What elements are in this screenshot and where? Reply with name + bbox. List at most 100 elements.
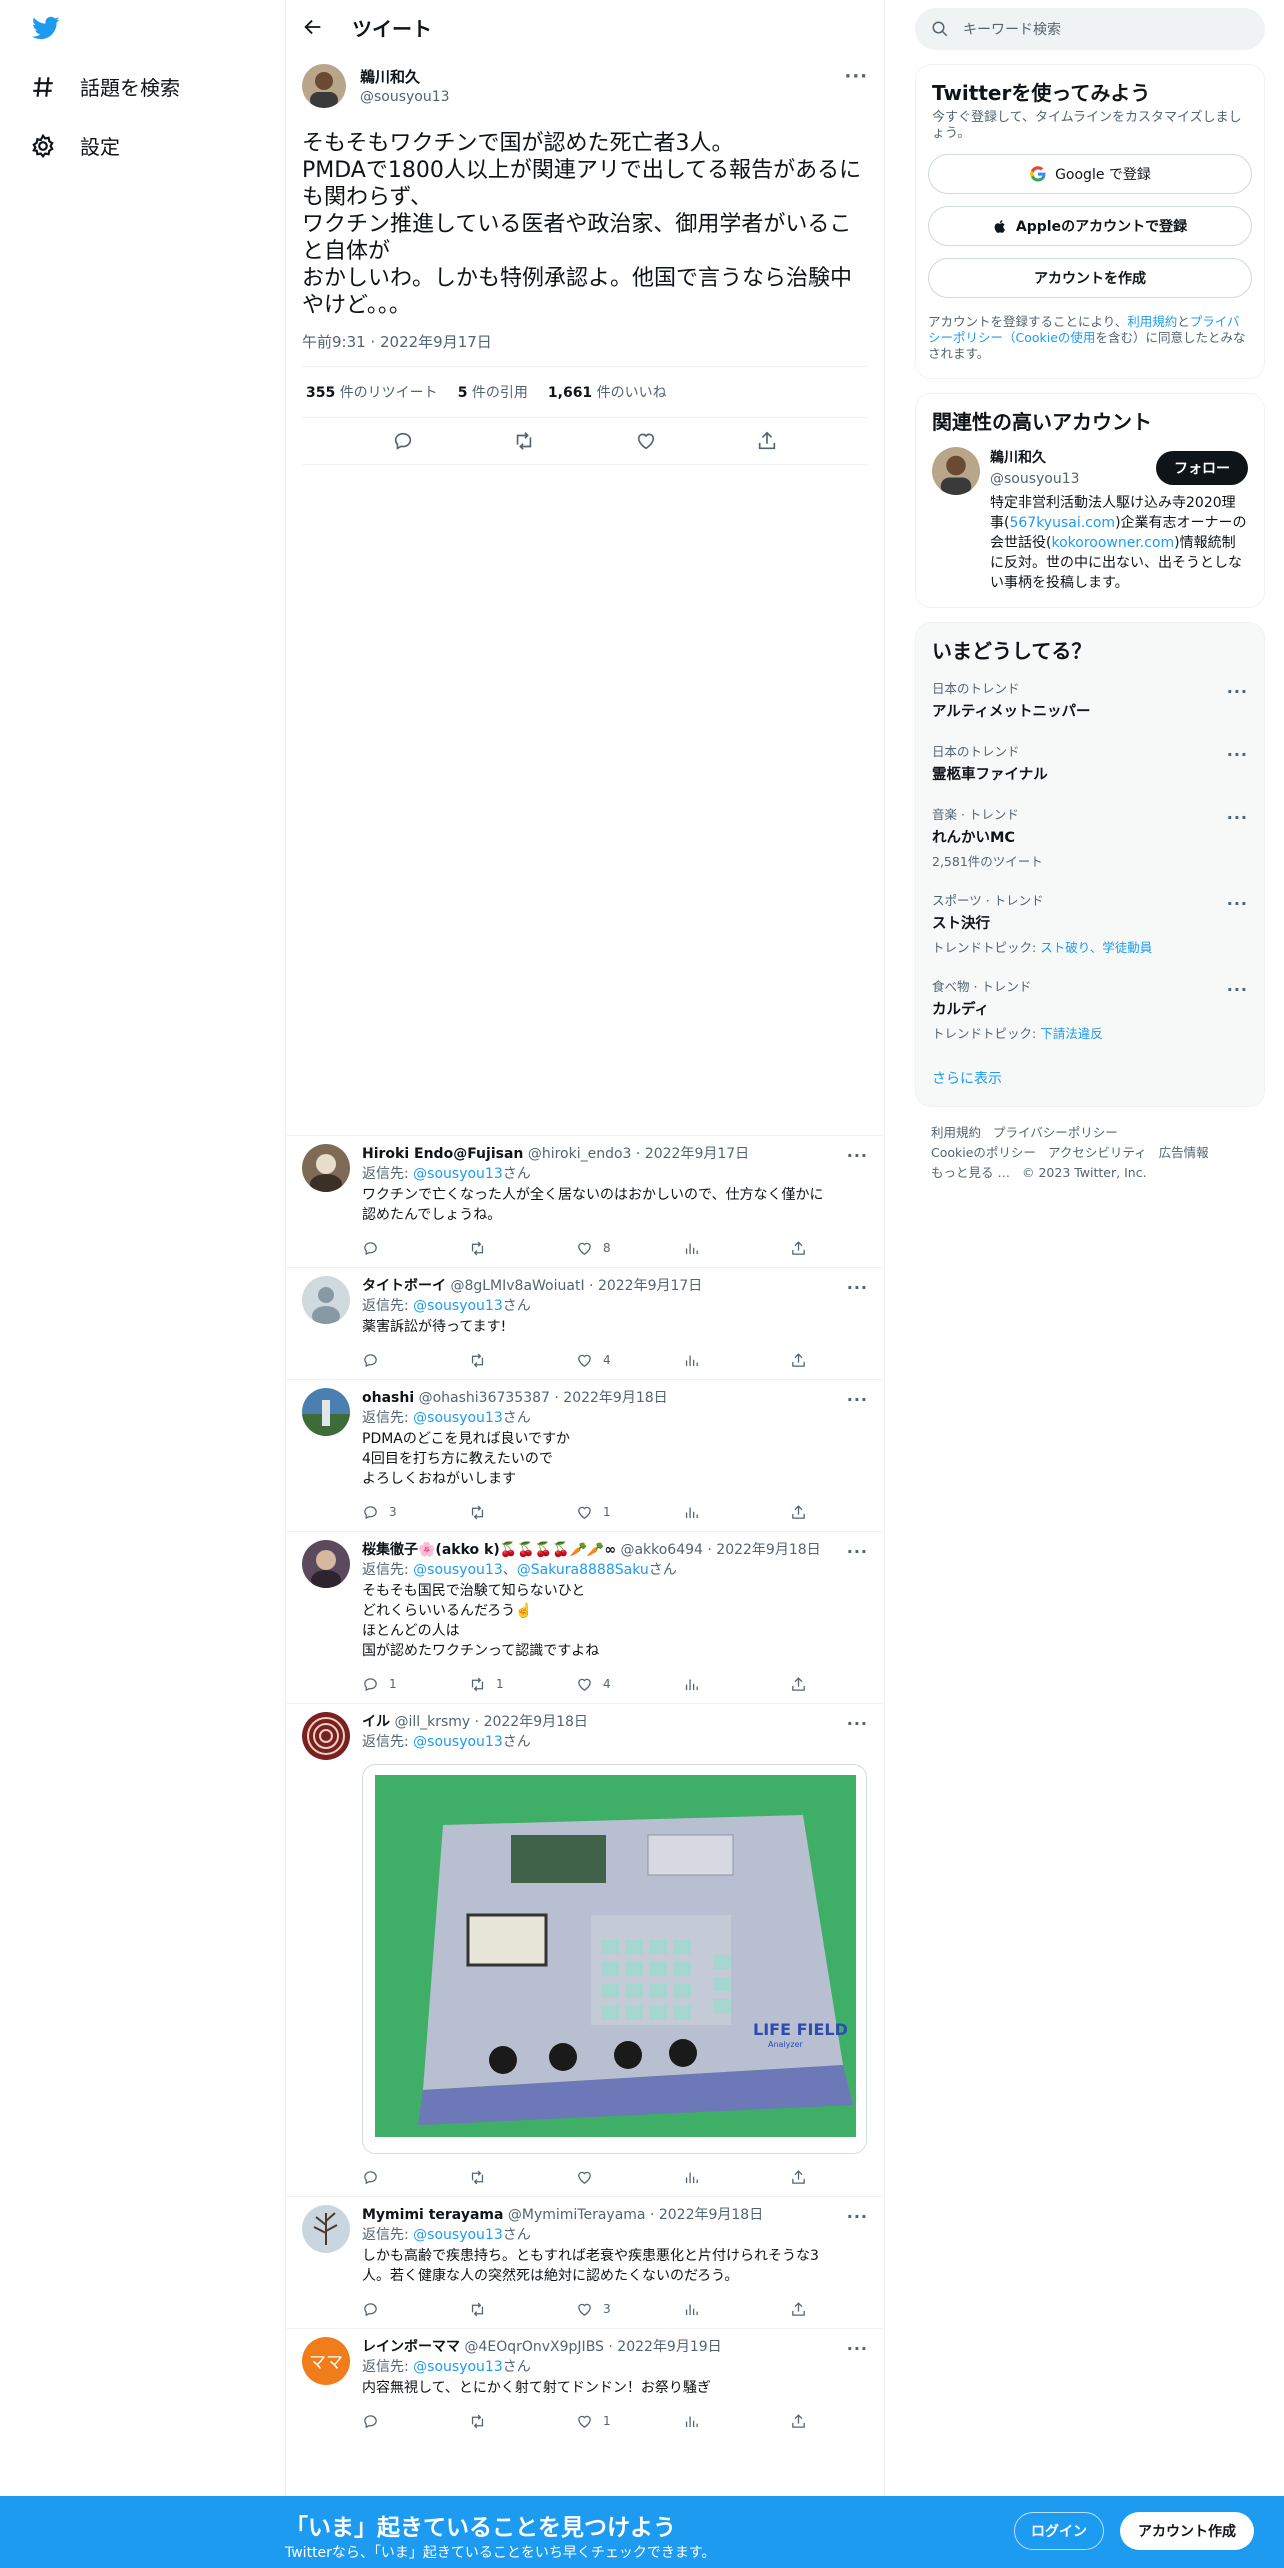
more-icon[interactable]: ··· <box>1227 808 1248 827</box>
avatar[interactable] <box>932 447 980 495</box>
more-icon[interactable]: ··· <box>847 1542 868 1561</box>
nav-explore[interactable]: 話題を検索 <box>30 72 180 101</box>
reply-author-name[interactable]: レインボーママ <box>362 2339 460 2355</box>
more-icon[interactable]: ··· <box>847 1714 868 1733</box>
reply-date[interactable]: 2022年9月18日 <box>484 1714 588 1730</box>
related-account[interactable]: 鵜川和久 @sousyou13 特定非営利活動法人駆け込み寺2020理事(567… <box>916 439 1264 607</box>
trend-item[interactable]: 食べ物 · トレンド カルディ トレンドトピック: 下請法違反 ··· <box>916 966 1264 1052</box>
quote-stat[interactable]: 5 件の引用 <box>458 382 528 402</box>
reply-author-handle[interactable]: @MymimiTerayama <box>508 2207 646 2223</box>
more-icon[interactable]: ··· <box>1227 894 1248 913</box>
avatar[interactable] <box>302 1276 350 1324</box>
retweet-button[interactable] <box>469 2413 576 2430</box>
reply-author-handle[interactable]: @ohashi36735387 <box>419 1390 550 1406</box>
retweet-stat[interactable]: 355 件のリツイート <box>306 382 438 402</box>
more-icon[interactable]: ··· <box>1227 980 1248 999</box>
retweet-button[interactable] <box>469 1352 576 1369</box>
share-icon[interactable] <box>756 430 778 452</box>
mention-link[interactable]: @sousyou13 <box>413 2227 503 2243</box>
more-icon[interactable]: ··· <box>844 66 868 87</box>
author-handle[interactable]: @sousyou13 <box>360 89 450 105</box>
reply-button[interactable] <box>362 2169 469 2186</box>
views-button[interactable] <box>683 1676 790 1693</box>
avatar[interactable] <box>302 1388 350 1436</box>
reply-button[interactable]: 3 <box>362 1504 469 1521</box>
search-input[interactable]: キーワード検索 <box>963 19 1061 39</box>
share-button[interactable] <box>790 1676 884 1693</box>
views-button[interactable] <box>683 1352 790 1369</box>
reply-button[interactable]: 1 <box>362 1676 469 1693</box>
reply-tweet[interactable]: Hiroki Endo@Fujisan @hiroki_endo3 · 2022… <box>286 1135 884 1267</box>
mention-link[interactable]: @sousyou13 <box>413 1734 503 1750</box>
reply-author-handle[interactable]: @akko6494 <box>620 1542 703 1558</box>
tos-link[interactable]: 利用規約 <box>1127 314 1177 329</box>
reply-date[interactable]: 2022年9月18日 <box>563 1390 667 1406</box>
more-icon[interactable]: ··· <box>847 1278 868 1297</box>
views-button[interactable] <box>683 2301 790 2318</box>
footer-ads[interactable]: 広告情報 <box>1159 1145 1209 1160</box>
reply-author-name[interactable]: Hiroki Endo@Fujisan <box>362 1146 523 1162</box>
search-box[interactable]: キーワード検索 <box>915 8 1265 50</box>
mention-link[interactable]: @sousyou13 <box>413 1562 503 1578</box>
reply-icon[interactable] <box>392 430 414 452</box>
follow-button[interactable]: フォロー <box>1156 451 1248 485</box>
like-icon[interactable] <box>635 430 657 452</box>
more-icon[interactable]: ··· <box>1227 682 1248 701</box>
media-attachment[interactable]: LIFE FIELD Analyzer <box>362 1764 867 2154</box>
avatar[interactable] <box>302 1712 350 1760</box>
like-button[interactable]: 4 <box>576 1352 683 1369</box>
reply-button[interactable] <box>362 1240 469 1257</box>
trend-item[interactable]: 日本のトレンド アルティメットニッパー ··· <box>916 668 1264 731</box>
trend-item[interactable]: スポーツ · トレンド スト決行 トレンドトピック: スト破り、学徒動員 ··· <box>916 880 1264 966</box>
more-icon[interactable]: ··· <box>847 1146 868 1165</box>
reply-author-handle[interactable]: @4EOqrOnvX9pJIBS <box>464 2339 603 2355</box>
reply-tweet[interactable]: Mymimi terayama @MymimiTerayama · 2022年9… <box>286 2196 884 2328</box>
retweet-button[interactable] <box>469 2301 576 2318</box>
create-account-button[interactable]: アカウント作成 <box>1120 2512 1254 2550</box>
reply-date[interactable]: 2022年9月17日 <box>645 1146 749 1162</box>
footer-accessibility[interactable]: アクセシビリティ <box>1048 1145 1147 1160</box>
reply-author-name[interactable]: 桜集徹子🌸(akko k)🍒🍒🍒🍒🥕🥕∞ <box>362 1542 616 1558</box>
mention-link[interactable]: @Sakura8888Saku <box>517 1562 649 1578</box>
reply-tweet[interactable]: イル @ill_krsmy · 2022年9月18日 返信先: @sousyou… <box>286 1703 884 2196</box>
reply-author-handle[interactable]: @ill_krsmy <box>394 1714 470 1730</box>
reply-tweet[interactable]: ohashi @ohashi36735387 · 2022年9月18日 返信先:… <box>286 1379 884 1531</box>
apple-signup-button[interactable]: Appleのアカウントで登録 <box>928 206 1252 246</box>
reply-date[interactable]: 2022年9月19日 <box>617 2339 721 2355</box>
views-button[interactable] <box>683 2169 790 2186</box>
like-button[interactable]: 8 <box>576 1240 683 1257</box>
mention-link[interactable]: @sousyou13 <box>413 1166 503 1182</box>
reply-tweet[interactable]: ママ レインボーママ @4EOqrOnvX9pJIBS · 2022年9月19日… <box>286 2328 884 2440</box>
more-icon[interactable]: ··· <box>1227 745 1248 764</box>
reply-button[interactable] <box>362 2413 469 2430</box>
avatar[interactable] <box>302 1144 350 1192</box>
like-stat[interactable]: 1,661 件のいいね <box>548 382 667 402</box>
retweet-button[interactable] <box>469 1240 576 1257</box>
retweet-icon[interactable] <box>513 430 535 452</box>
reply-date[interactable]: 2022年9月17日 <box>598 1278 702 1294</box>
share-button[interactable] <box>790 1240 884 1257</box>
reply-author-name[interactable]: イル <box>362 1714 390 1730</box>
twitter-logo-icon[interactable] <box>30 14 62 42</box>
footer-more[interactable]: もっと見る … <box>931 1165 1010 1180</box>
views-button[interactable] <box>683 1240 790 1257</box>
reply-tweet[interactable]: タイトボーイ @8gLMIv8aWoiuatI · 2022年9月17日 返信先… <box>286 1267 884 1379</box>
views-button[interactable] <box>683 2413 790 2430</box>
trend-item[interactable]: 音楽 · トレンド れんかいMC 2,581件のツイート ··· <box>916 794 1264 880</box>
author-avatar[interactable] <box>302 64 346 108</box>
reply-button[interactable] <box>362 2301 469 2318</box>
nav-settings[interactable]: 設定 <box>30 131 120 160</box>
reply-author-handle[interactable]: @hiroki_endo3 <box>528 1146 632 1162</box>
bio-link[interactable]: 567kyusai.com <box>1009 515 1115 531</box>
reply-author-name[interactable]: ohashi <box>362 1390 414 1406</box>
like-button[interactable]: 1 <box>576 1504 683 1521</box>
avatar[interactable]: ママ <box>302 2337 350 2385</box>
more-icon[interactable]: ··· <box>847 1390 868 1409</box>
media-image[interactable]: LIFE FIELD Analyzer <box>363 1765 867 2154</box>
reply-author-name[interactable]: タイトボーイ <box>362 1278 446 1294</box>
share-button[interactable] <box>790 2169 884 2186</box>
mention-link[interactable]: @sousyou13 <box>413 2359 503 2375</box>
avatar[interactable] <box>302 1540 350 1588</box>
retweet-button[interactable] <box>469 2169 576 2186</box>
more-icon[interactable]: ··· <box>847 2207 868 2226</box>
